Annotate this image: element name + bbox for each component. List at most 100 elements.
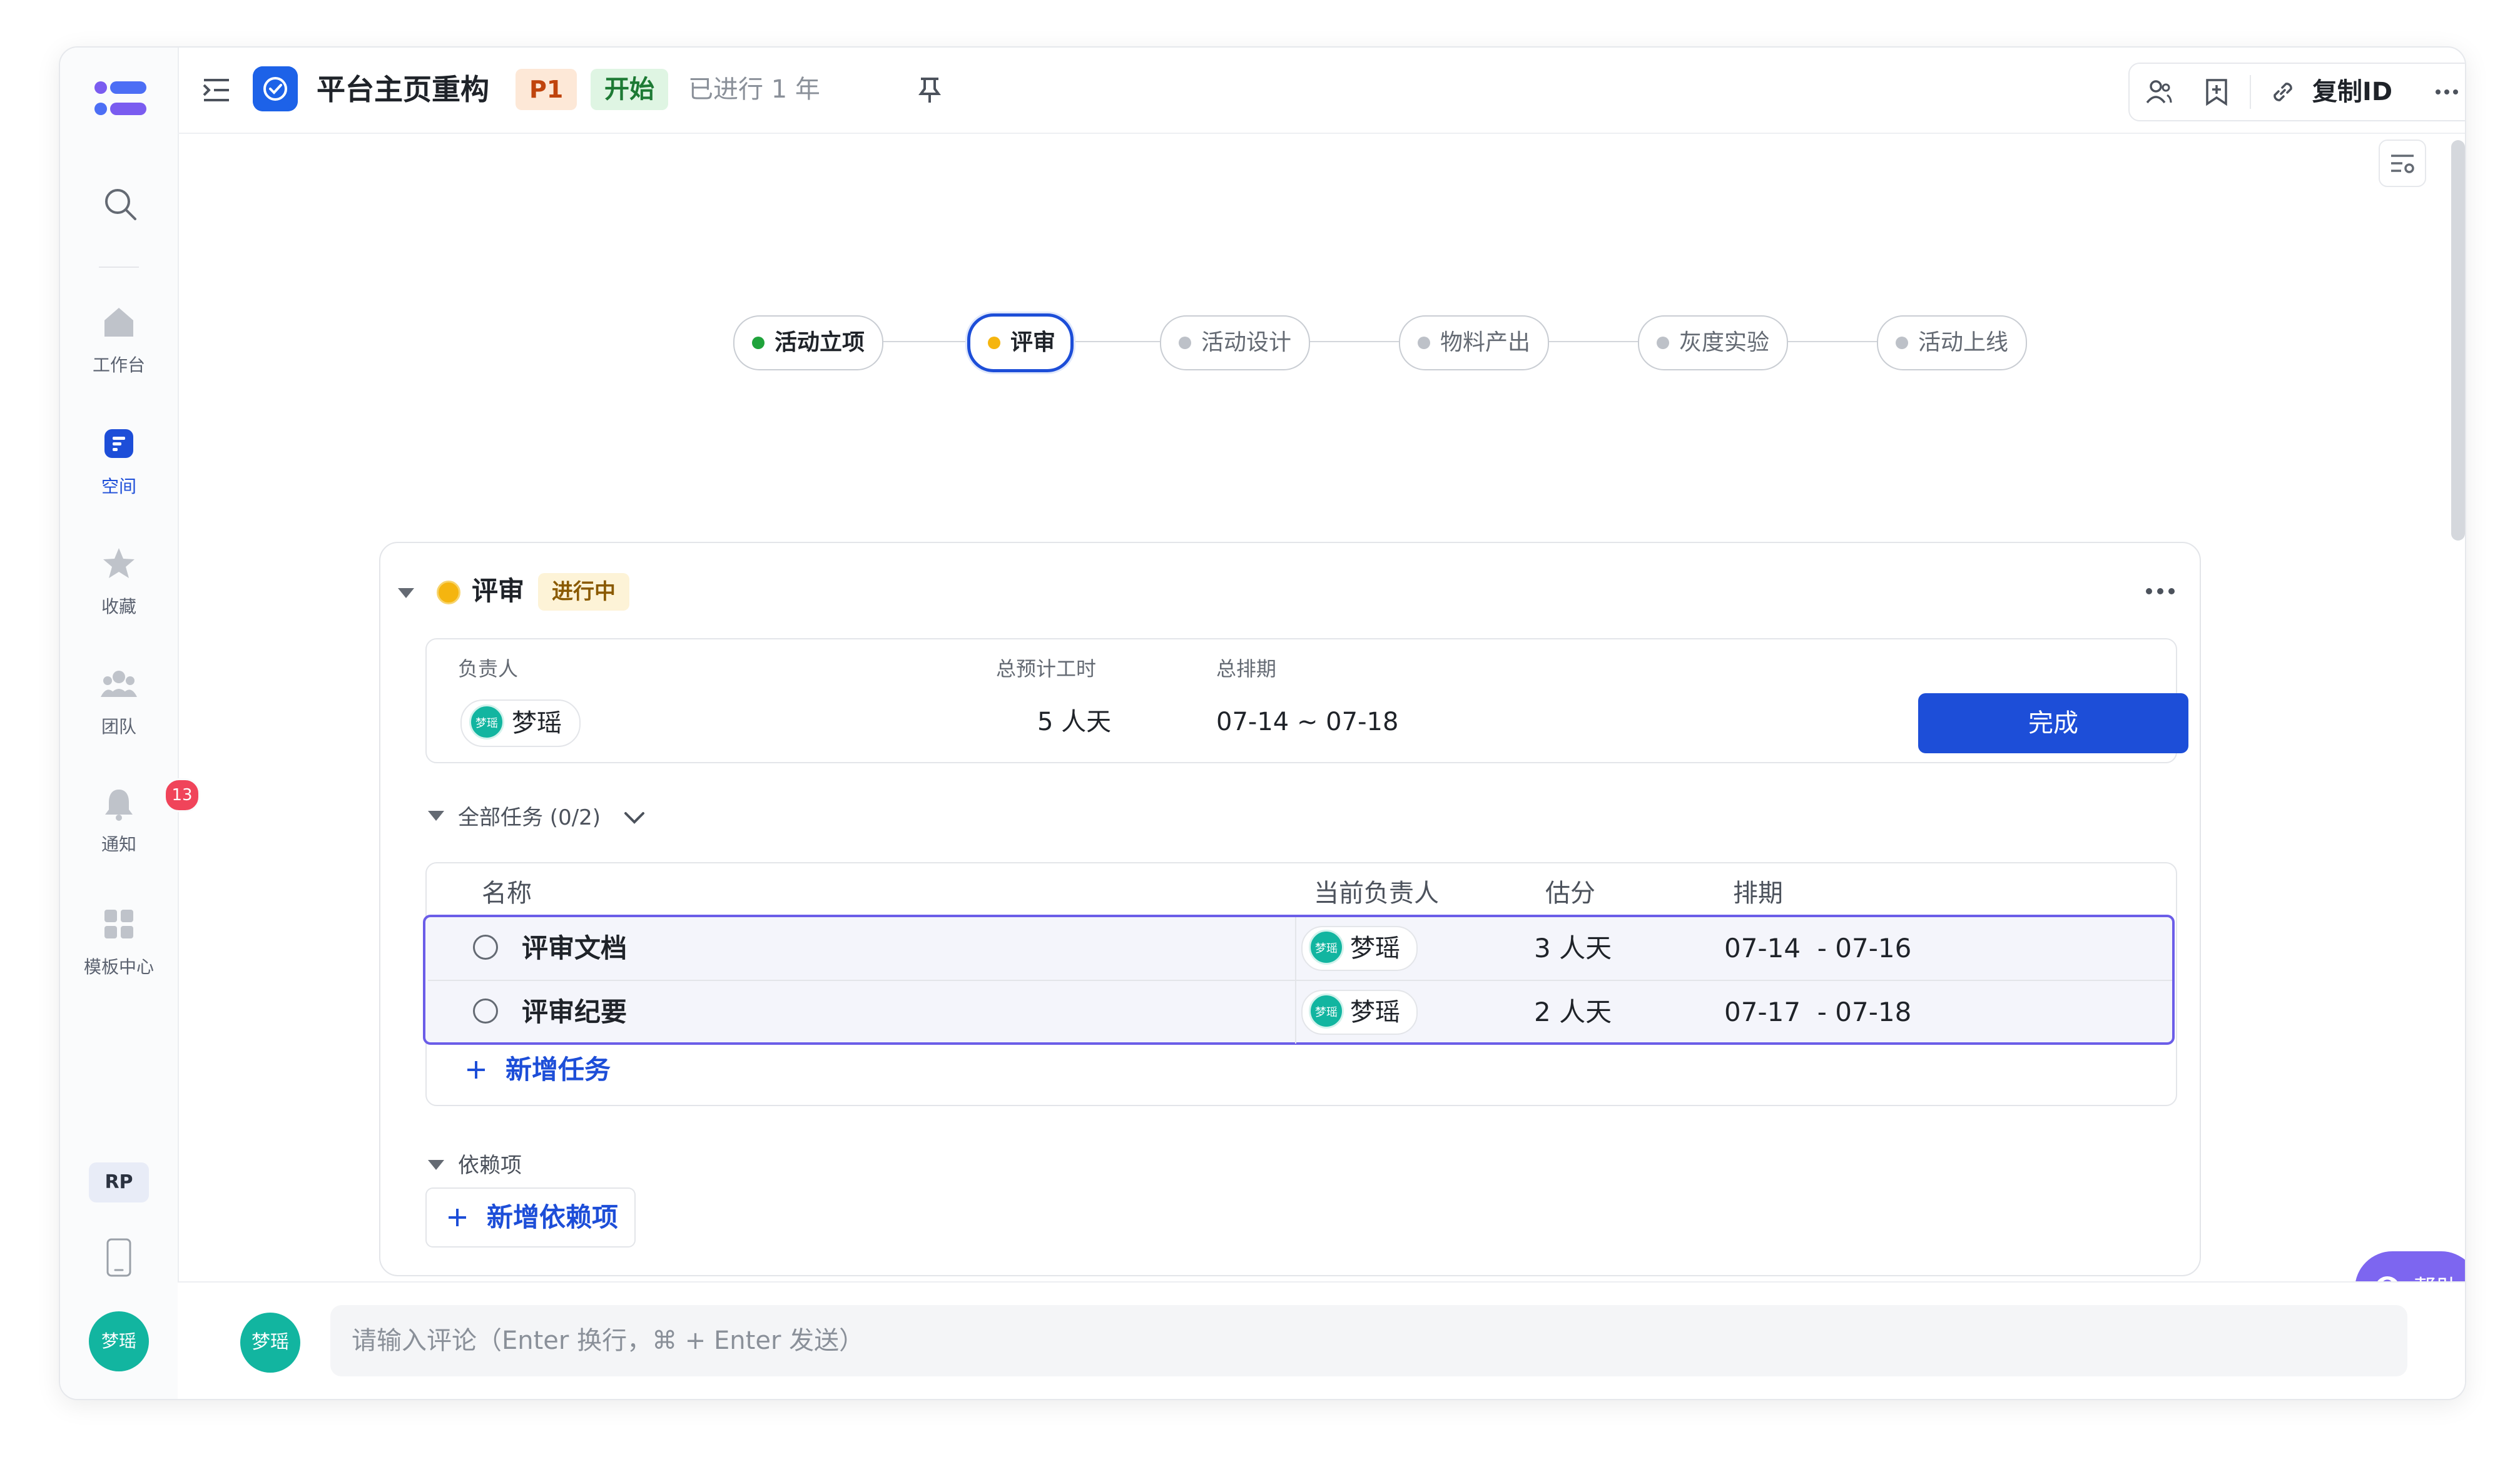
schedule-label: 总排期 — [1216, 657, 1277, 681]
sidebar-item-notifications[interactable]: 13 通知 — [60, 778, 200, 856]
task-estimate[interactable]: 2 人天 — [1534, 994, 1612, 1031]
owner-name: 梦瑶 — [512, 709, 562, 738]
stage-label: 评审 — [1010, 330, 1056, 355]
app-window: 工作台 空间 收藏 团队 13 通知 模板中心 RP 梦瑶 平台主页重构 P1 … — [59, 46, 2466, 1400]
add-dependency-label: 新增依赖项 — [487, 1202, 619, 1233]
task-type-icon — [253, 66, 298, 111]
link-icon[interactable] — [2269, 78, 2297, 106]
team-icon — [101, 671, 137, 697]
pin-icon[interactable] — [917, 76, 942, 104]
task-header: 平台主页重构 P1 开始 已进行 1 年 复制ID — [178, 48, 2465, 134]
add-task-button[interactable]: 新增任务 — [465, 1051, 611, 1089]
stage-status-badge[interactable]: 进行中 — [538, 573, 629, 611]
avatar: 梦瑶 — [240, 1313, 300, 1373]
sidebar-divider — [99, 267, 139, 268]
task-complete-checkbox[interactable] — [473, 999, 498, 1024]
column-header-assignee: 当前负责人 — [1314, 879, 1439, 908]
stage-item-current[interactable]: 评审 — [967, 313, 1074, 372]
stage-connector — [883, 341, 973, 342]
stage-pending-dot — [1896, 337, 1908, 349]
stage-stepper: 活动立项 评审 活动设计 物料产出 灰度实验 活动上线 — [178, 134, 2465, 384]
bell-icon — [105, 790, 133, 821]
stage-title: 评审 — [472, 576, 525, 606]
sidebar-item-label: 团队 — [101, 716, 136, 737]
table-row[interactable]: 评审文档 梦瑶 梦瑶 3 人天 07-14 - 07-16 — [425, 917, 2172, 981]
owner-label: 负责人 — [458, 657, 519, 681]
sidebar-item-label: 通知 — [101, 834, 136, 855]
complete-button[interactable]: 完成 — [1918, 693, 2188, 753]
stage-item[interactable]: 活动上线 — [1877, 315, 2027, 370]
add-dependency-button[interactable]: 新增依赖项 — [425, 1187, 636, 1248]
copy-id-button[interactable]: 复制ID — [2312, 64, 2392, 120]
stage-pending-dot — [1418, 337, 1430, 349]
stage-connector — [1310, 341, 1400, 342]
more-icon[interactable] — [2145, 587, 2176, 596]
stage-connector — [1549, 341, 1639, 342]
chevron-down-icon[interactable] — [622, 808, 647, 827]
status-badge[interactable]: 开始 — [591, 69, 668, 110]
stage-connector — [1072, 341, 1160, 342]
star-icon — [103, 548, 135, 578]
task-name[interactable]: 评审纪要 — [522, 994, 627, 1031]
task-estimate[interactable]: 3 人天 — [1534, 930, 1612, 967]
stage-label: 物料产出 — [1440, 330, 1531, 355]
task-schedule[interactable]: 07-17 - 07-18 — [1724, 994, 1911, 1031]
header-toolbar: 复制ID — [2128, 63, 2465, 121]
assignee-chip[interactable]: 梦瑶 梦瑶 — [1301, 990, 1418, 1035]
tasks-section-label[interactable]: 全部任务 (0/2) — [458, 802, 601, 833]
mobile-icon[interactable] — [105, 1238, 133, 1278]
user-avatar[interactable]: 梦瑶 — [89, 1311, 149, 1371]
stage-card-header: 评审 进行中 — [380, 543, 2200, 618]
sidebar-item-team[interactable]: 团队 — [60, 666, 178, 738]
sidebar-item-favorites[interactable]: 收藏 — [60, 546, 178, 618]
sidebar-item-space[interactable]: 空间 — [60, 425, 178, 498]
stage-done-dot — [752, 337, 765, 349]
column-header-name: 名称 — [482, 879, 532, 908]
stage-item[interactable]: 物料产出 — [1399, 315, 1549, 370]
members-icon[interactable] — [2145, 78, 2173, 106]
stage-item[interactable]: 活动设计 — [1160, 315, 1310, 370]
avatar: 梦瑶 — [469, 704, 504, 740]
elapsed-time: 已进行 1 年 — [688, 75, 820, 104]
stage-item[interactable]: 活动立项 — [733, 315, 883, 370]
dependencies-section-label[interactable]: 依赖项 — [458, 1150, 522, 1181]
comment-input[interactable] — [330, 1305, 2407, 1376]
task-schedule[interactable]: 07-14 - 07-16 — [1724, 930, 1911, 967]
sidebar-item-workbench[interactable]: 工作台 — [60, 304, 178, 377]
assignee-name: 梦瑶 — [1350, 934, 1400, 963]
stage-item[interactable]: 灰度实验 — [1638, 315, 1788, 370]
collapse-sidebar-icon[interactable] — [201, 76, 231, 104]
column-header-estimate: 估分 — [1545, 879, 1595, 908]
sidebar-item-templates[interactable]: 模板中心 — [60, 906, 178, 978]
column-divider — [1295, 917, 1296, 980]
avatar: 梦瑶 — [1309, 930, 1344, 965]
collapse-caret-icon[interactable] — [428, 1160, 444, 1170]
stage-current-dot — [988, 337, 1000, 349]
space-icon — [104, 429, 133, 458]
task-complete-checkbox[interactable] — [473, 935, 498, 960]
collapse-caret-icon[interactable] — [428, 811, 444, 821]
page-title: 平台主页重构 — [317, 73, 489, 106]
more-icon[interactable] — [2432, 78, 2461, 106]
workspace-initials[interactable]: RP — [89, 1162, 149, 1202]
table-row[interactable]: 评审纪要 梦瑶 梦瑶 2 人天 07-17 - 07-18 — [425, 981, 2172, 1044]
avatar: 梦瑶 — [1309, 994, 1344, 1029]
task-rows-selection: 评审文档 梦瑶 梦瑶 3 人天 07-14 - 07-16 评审纪要 梦瑶 梦瑶… — [423, 915, 2175, 1045]
owner-chip[interactable]: 梦瑶 梦瑶 — [460, 699, 581, 747]
stage-pending-dot — [1179, 337, 1191, 349]
search-icon[interactable] — [101, 185, 139, 223]
hours-value[interactable]: 5 人天 — [1037, 699, 1111, 745]
assignee-chip[interactable]: 梦瑶 梦瑶 — [1301, 926, 1418, 971]
app-logo-icon[interactable] — [94, 79, 148, 119]
task-name[interactable]: 评审文档 — [522, 930, 627, 967]
priority-badge[interactable]: P1 — [516, 69, 577, 110]
assignee-name: 梦瑶 — [1350, 998, 1400, 1027]
home-icon — [104, 308, 133, 337]
bookmark-add-icon[interactable] — [2202, 78, 2231, 106]
plus-icon — [467, 1061, 485, 1079]
collapse-caret-icon[interactable] — [398, 588, 414, 598]
template-icon — [104, 910, 133, 938]
comment-bar: 梦瑶 — [178, 1281, 2465, 1399]
schedule-value[interactable]: 07-14 ~ 07-18 — [1216, 699, 1398, 745]
column-divider — [1295, 981, 1296, 1044]
